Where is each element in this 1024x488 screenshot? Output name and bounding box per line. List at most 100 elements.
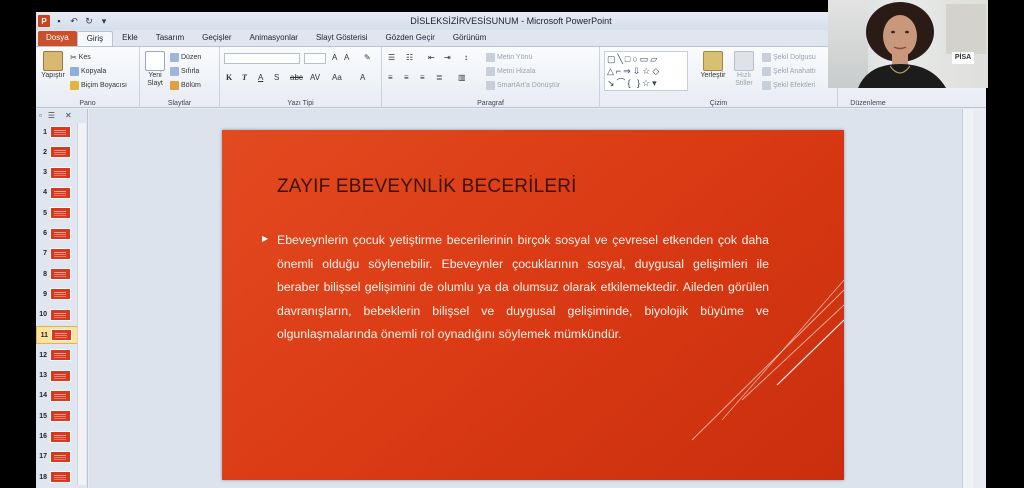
align-left-icon[interactable]: ≡ [388, 73, 393, 82]
bullets-icon[interactable]: ☰ [388, 53, 395, 62]
slide-thumbnail-image [50, 166, 71, 179]
slide-number: 7 [43, 250, 47, 258]
change-case-icon[interactable]: Aa [332, 73, 342, 82]
group-paragraf: ☰ ☷ ⇤ ⇥ ↕ ≡ ≡ ≡ ≣ ▥ Metin Yönü Metni Hiz… [382, 47, 600, 108]
new-slide-button[interactable]: Yeni Slayt [143, 51, 167, 88]
powerpoint-logo-icon[interactable]: P [38, 15, 50, 27]
tab-giris[interactable]: Giriş [76, 31, 114, 46]
group-label-pano: Pano [79, 100, 96, 107]
slide-number: 8 [43, 270, 47, 278]
strikethrough-icon[interactable]: abc [290, 73, 303, 82]
smartart-button[interactable]: SmartArt'a Dönüştür [486, 81, 560, 90]
slide-number: 10 [39, 311, 47, 319]
line-spacing-icon[interactable]: ↕ [464, 53, 468, 62]
format-painter-button[interactable]: Biçim Boyacısı [70, 81, 127, 90]
slide-thumbnail-image [50, 430, 71, 443]
reset-button[interactable]: Sıfırla [170, 67, 199, 76]
slide-title[interactable]: ZAYIF EBEVEYNLİK BECERİLERİ [277, 176, 577, 198]
effects-icon [762, 81, 771, 90]
shape-fill-button[interactable]: Şekil Dolgusu [762, 53, 816, 62]
slides-tab-icon[interactable]: ▫ [39, 111, 42, 120]
slide-number: 5 [43, 209, 47, 217]
slide-number: 4 [43, 189, 47, 197]
slide-number: 18 [39, 473, 47, 481]
clear-format-icon[interactable]: ✎ [364, 53, 371, 62]
bullet-icon: ▶ [262, 234, 269, 243]
bold-icon[interactable]: K [226, 73, 232, 82]
tab-gecisler[interactable]: Geçişler [193, 31, 240, 46]
align-center-icon[interactable]: ≡ [404, 73, 409, 82]
screen: P ▪ ↶ ↻ ▾ DİSLEKSİZİRVESİSUNUM - Microso… [0, 0, 1024, 488]
slide-thumbnail-image [50, 450, 71, 463]
slide-number: 9 [43, 290, 47, 298]
shadow-icon[interactable]: S [274, 73, 279, 82]
copy-icon [70, 67, 79, 76]
slide-body-text[interactable]: Ebeveynlerin çocuk yetiştirme becerileri… [277, 229, 769, 347]
customize-qat-icon[interactable]: ▾ [98, 15, 110, 27]
slide-thumbnail-image [50, 349, 71, 362]
tab-dosya[interactable]: Dosya [38, 31, 77, 46]
fill-bucket-icon [762, 53, 771, 62]
shrink-font-icon[interactable]: A [344, 53, 349, 62]
slide-number: 12 [39, 351, 47, 359]
shapes-gallery[interactable]: ▢╲□○▭▱ △⌐⇒⇩☆◇ ↘⌒{ }☆▾ [604, 51, 688, 91]
pen-icon [762, 67, 771, 76]
slide-thumbnail-image [50, 410, 71, 423]
underline-icon[interactable]: A [258, 73, 263, 82]
slide-thumbnail-image [50, 207, 71, 220]
justify-icon[interactable]: ≣ [436, 73, 443, 82]
group-label-yazi-tipi: Yazı Tipi [287, 100, 314, 107]
cut-button[interactable]: ✂ Kes [70, 53, 91, 62]
shape-effects-button[interactable]: Şekil Efektleri [762, 81, 815, 90]
slide-number: 15 [39, 412, 47, 420]
font-name-field[interactable] [224, 53, 300, 64]
slide-number: 2 [43, 148, 47, 156]
slides-pane-scrollbar[interactable] [77, 123, 86, 485]
shape-outline-button[interactable]: Şekil Anahattı [762, 67, 816, 76]
tab-gorunum[interactable]: Görünüm [444, 31, 495, 46]
arrange-button[interactable]: Yerleştir [698, 51, 728, 79]
shapes-row-2-icon: △⌐⇒⇩☆◇ [607, 66, 662, 76]
char-spacing-icon[interactable]: AV [310, 73, 320, 82]
group-yazi-tipi: A A ✎ K T A S abc AV Aa A Yazı Tipi [220, 47, 382, 108]
grow-font-icon[interactable]: A [332, 53, 337, 62]
shapes-row-1-icon: ▢╲□○▭▱ [607, 54, 660, 64]
numbering-icon[interactable]: ☷ [406, 53, 413, 62]
italic-icon[interactable]: T [242, 73, 247, 82]
slide-number: 14 [39, 392, 47, 400]
slide-number: 6 [43, 230, 47, 237]
group-label-paragraf: Paragraf [477, 100, 504, 107]
slides-pane: ▫ ☰ ✕ 1 2 3 4 5 6 7 8 9 10 11 12 13 14 15 16 17 18 [36, 109, 88, 488]
editor-scrollbar[interactable] [962, 109, 973, 488]
section-button[interactable]: Bölüm [170, 81, 201, 90]
paste-button[interactable]: Yapıştır [39, 51, 67, 79]
slide-number: 3 [43, 169, 47, 177]
font-color-icon[interactable]: A [360, 73, 365, 82]
columns-icon[interactable]: ▥ [458, 73, 466, 82]
save-icon[interactable]: ▪ [53, 15, 65, 27]
text-direction-button[interactable]: Metin Yönü [486, 53, 532, 62]
slide-number: 1 [43, 128, 47, 136]
tab-tasarim[interactable]: Tasarım [147, 31, 193, 46]
group-slaytlar: Yeni Slayt Düzen Sıfırla Bölüm Slaytlar [140, 47, 220, 108]
tab-gozden-gecir[interactable]: Gözden Geçir [377, 31, 444, 46]
tab-ekle[interactable]: Ekle [113, 31, 147, 46]
undo-icon[interactable]: ↶ [68, 15, 80, 27]
close-pane-icon[interactable]: ✕ [65, 111, 72, 120]
outline-tab-icon[interactable]: ☰ [48, 111, 55, 120]
slide-thumbnail-image [50, 227, 71, 240]
increase-indent-icon[interactable]: ⇥ [444, 53, 451, 62]
redo-icon[interactable]: ↻ [83, 15, 95, 27]
quick-styles-button[interactable]: Hızlı Stiller [730, 51, 758, 88]
align-text-button[interactable]: Metni Hizala [486, 67, 536, 76]
current-slide[interactable]: ZAYIF EBEVEYNLİK BECERİLERİ ▶ Ebeveynler… [222, 130, 844, 480]
slide-thumbnail-image [50, 247, 71, 260]
font-size-field[interactable] [304, 53, 326, 64]
decrease-indent-icon[interactable]: ⇤ [428, 53, 435, 62]
tab-animasyonlar[interactable]: Animasyonlar [241, 31, 307, 46]
tab-slayt-gosterisi[interactable]: Slayt Gösterisi [307, 31, 377, 46]
group-pano: Yapıştır ✂ Kes Kopyala Biçim Boyacısı Pa… [36, 47, 140, 108]
align-right-icon[interactable]: ≡ [420, 73, 425, 82]
layout-button[interactable]: Düzen [170, 53, 201, 62]
copy-button[interactable]: Kopyala [70, 67, 106, 76]
